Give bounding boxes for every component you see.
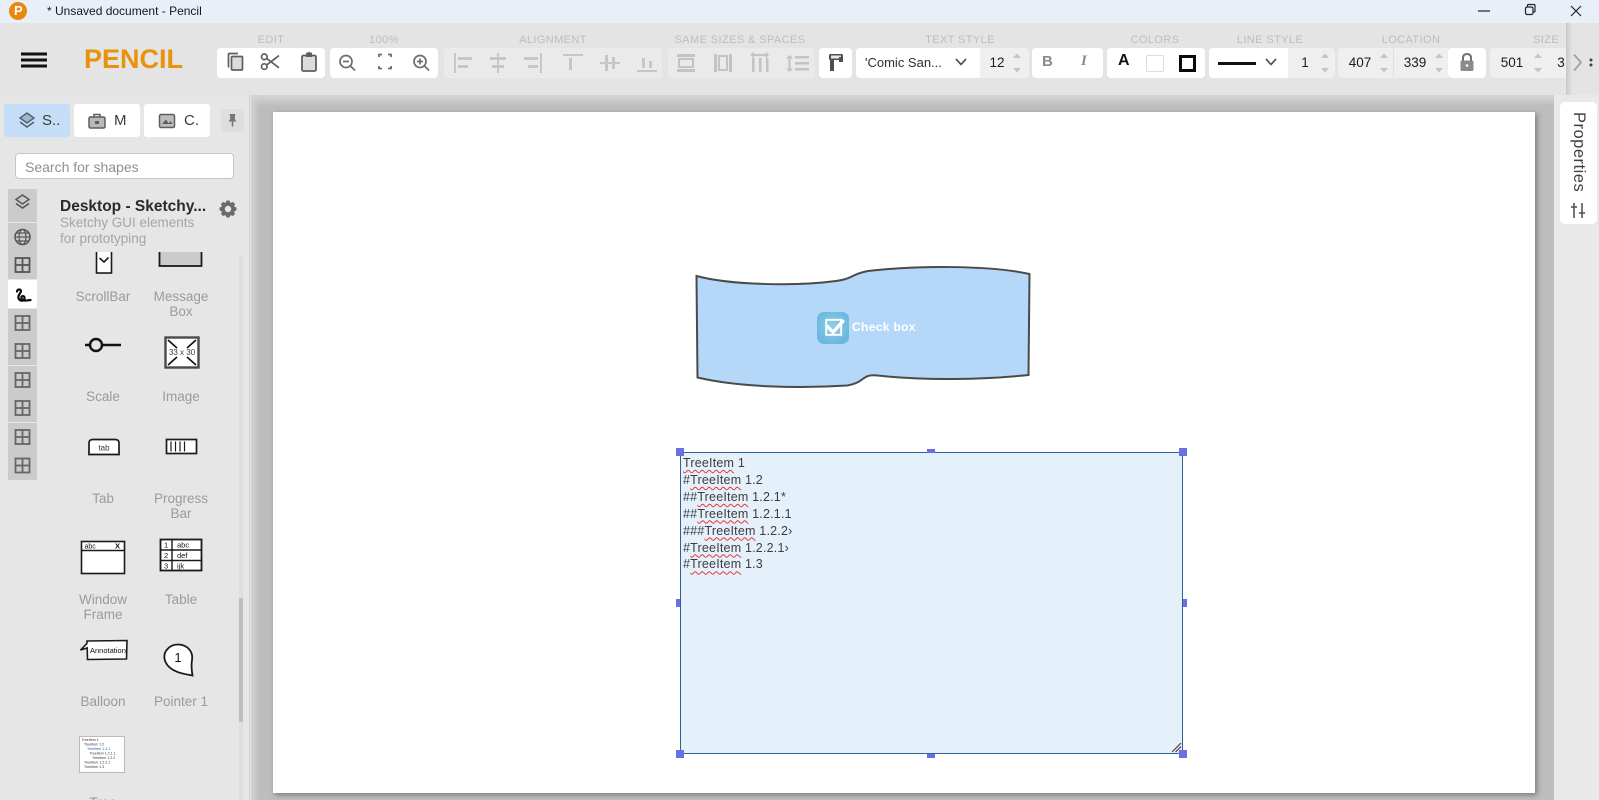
svg-text:1: 1 <box>164 541 168 550</box>
svg-text:1: 1 <box>174 650 181 665</box>
svg-text:TreeItem 1.3: TreeItem 1.3 <box>84 765 104 769</box>
svg-text:def: def <box>177 551 188 560</box>
svg-text:TreeItem 1: TreeItem 1 <box>82 738 99 742</box>
svg-text:X: X <box>115 542 120 551</box>
svg-text:33 x 30: 33 x 30 <box>169 348 196 357</box>
svg-text:3: 3 <box>164 562 168 571</box>
svg-text:TreeItem 1.2.2: TreeItem 1.2.2 <box>92 756 115 760</box>
svg-text:TreeItem 1.2.2.1: TreeItem 1.2.2.1 <box>84 761 110 765</box>
svg-text:ijk: ijk <box>177 562 184 571</box>
svg-text:2: 2 <box>164 551 168 560</box>
svg-text:Annotation: Annotation <box>90 646 126 655</box>
svg-text:abc: abc <box>177 541 189 550</box>
svg-text:tab: tab <box>98 444 110 453</box>
svg-text:TreeItem 1.2.1.1: TreeItem 1.2.1.1 <box>90 752 116 756</box>
svg-text:abc: abc <box>85 544 97 551</box>
svg-text:TreeItem 1.2.1: TreeItem 1.2.1 <box>87 747 110 751</box>
svg-text:TreeItem 1.2: TreeItem 1.2 <box>84 743 104 747</box>
